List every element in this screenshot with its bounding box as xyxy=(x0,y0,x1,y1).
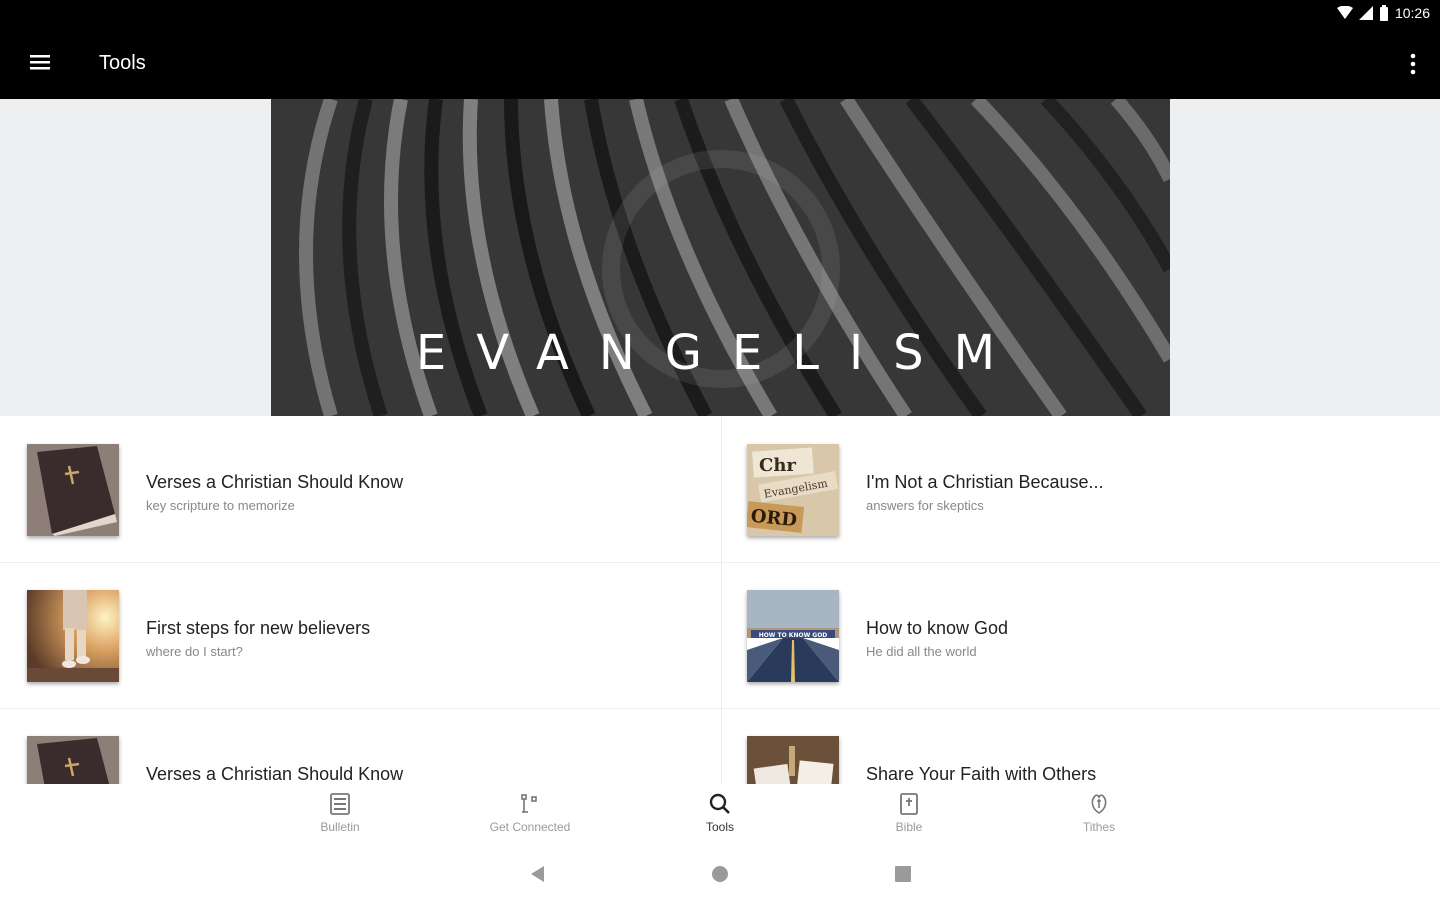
connected-icon xyxy=(521,794,537,813)
list-item-title: First steps for new believers xyxy=(146,618,371,638)
status-icons: 10:26 xyxy=(1336,5,1430,21)
list-item-title: How to know God xyxy=(866,618,1009,638)
svg-text:HOW TO KNOW GOD: HOW TO KNOW GOD xyxy=(759,632,828,639)
tithes-icon xyxy=(1091,794,1107,814)
bible-icon xyxy=(900,793,918,815)
signal-icon xyxy=(1358,6,1373,20)
status-time: 10:26 xyxy=(1394,5,1430,21)
bible-book-thumbnail xyxy=(27,736,119,784)
recents-square-icon xyxy=(895,866,911,882)
list-item-title: I'm Not a Christian Because... xyxy=(866,472,1104,492)
nav-tithes[interactable]: Tithes xyxy=(1039,792,1159,842)
nav-label: Bible xyxy=(895,820,923,834)
menu-button[interactable] xyxy=(28,50,54,76)
nav-label: Get Connected xyxy=(489,820,571,834)
list-item[interactable]: Chr Evangelism ORD I'm Not a Christian B… xyxy=(747,444,1440,590)
list-item-subtitle: where do I start? xyxy=(146,644,243,659)
list-item[interactable]: Verses a Christian Should Know xyxy=(27,736,727,784)
app-bar: Tools xyxy=(0,28,1440,99)
back-triangle-icon xyxy=(531,866,544,882)
more-vert-icon xyxy=(1410,53,1416,75)
list-item[interactable]: Verses a Christian Should Know key scrip… xyxy=(27,444,727,590)
list-item-subtitle: answers for skeptics xyxy=(866,498,984,513)
nav-get-connected[interactable]: Get Connected xyxy=(470,792,590,842)
list-item-title: Share Your Faith with Others xyxy=(866,764,1097,784)
list-item[interactable]: Share Your Faith with Others xyxy=(747,736,1440,784)
list-item-title: Verses a Christian Should Know xyxy=(146,472,404,492)
hamburger-icon xyxy=(30,55,50,70)
nav-label: Tithes xyxy=(1082,820,1116,834)
wifi-icon xyxy=(1336,6,1353,19)
system-navigation-bar xyxy=(0,844,1440,900)
status-bar: 10:26 xyxy=(0,0,1440,28)
nav-label: Bulletin xyxy=(320,820,360,834)
home-button[interactable] xyxy=(710,864,730,884)
overflow-menu-button[interactable] xyxy=(1408,50,1418,78)
search-icon xyxy=(709,793,730,814)
hero-title: EVANGELISM xyxy=(415,325,1026,381)
list-item[interactable]: First steps for new believers where do I… xyxy=(27,590,727,736)
list-item-subtitle: He did all the world xyxy=(866,644,977,659)
bottom-navigation: Bulletin Get Connected Tools Bible Tithe… xyxy=(0,784,1440,844)
tools-list: Verses a Christian Should Know key scrip… xyxy=(0,416,1440,784)
bible-book-thumbnail xyxy=(27,444,119,536)
christ-evangelism-thumbnail: Chr Evangelism ORD xyxy=(747,444,839,536)
nav-bible[interactable]: Bible xyxy=(849,792,969,842)
list-item[interactable]: HOW TO KNOW GOD How to know God He did a… xyxy=(747,590,1440,736)
home-circle-icon xyxy=(712,866,728,882)
nav-bulletin[interactable]: Bulletin xyxy=(280,792,400,842)
nav-label: Tools xyxy=(705,820,734,834)
nav-tools[interactable]: Tools xyxy=(660,792,780,842)
svg-text:Chr: Chr xyxy=(759,455,796,476)
page-title: Tools xyxy=(99,52,146,74)
child-walking-thumbnail xyxy=(27,590,119,682)
road-sign-thumbnail: HOW TO KNOW GOD xyxy=(747,590,839,682)
list-item-title: Verses a Christian Should Know xyxy=(146,764,404,784)
bulletin-icon xyxy=(330,793,350,815)
back-button[interactable] xyxy=(528,864,548,884)
list-item-subtitle: key scripture to memorize xyxy=(146,498,295,513)
cards-thumbnail xyxy=(747,736,839,784)
battery-icon xyxy=(1379,5,1388,21)
recents-button[interactable] xyxy=(893,864,913,884)
hero-banner[interactable]: EVANGELISM xyxy=(271,99,1170,416)
